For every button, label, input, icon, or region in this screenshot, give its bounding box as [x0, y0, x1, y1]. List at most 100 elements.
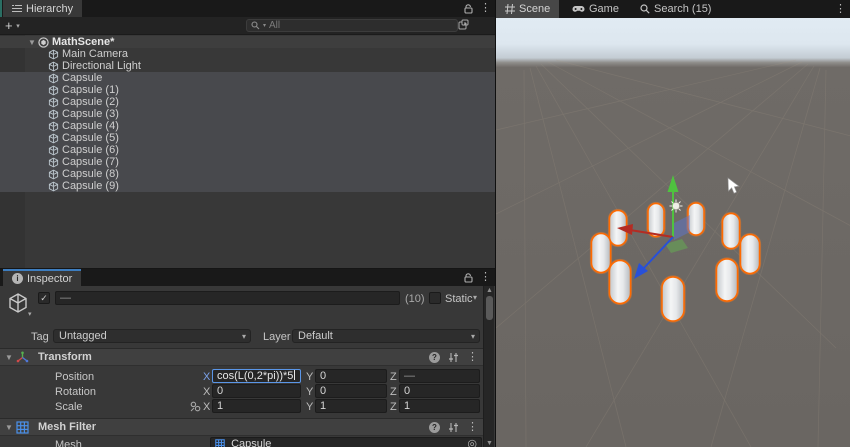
hierarchy-item[interactable]: Main Camera — [0, 48, 495, 60]
help-icon[interactable]: ? — [429, 352, 440, 363]
tab-scene-label: Scene — [519, 3, 550, 15]
tag-dropdown[interactable]: Untagged ▾ — [53, 329, 251, 343]
hierarchy-item[interactable]: Capsule (7) — [0, 156, 495, 168]
search-placeholder: All — [269, 20, 280, 31]
gameobject-header-icon[interactable] — [6, 291, 30, 315]
hierarchy-item[interactable]: Capsule (5) — [0, 132, 495, 144]
icon-dropdown-arrow[interactable]: ▾ — [28, 310, 32, 318]
scale-y-field[interactable]: 1 — [315, 399, 387, 413]
tab-hierarchy[interactable]: Hierarchy — [3, 0, 82, 17]
position-x-field[interactable]: cos(L(0,2*pi))*5 — [212, 369, 301, 383]
active-checkbox[interactable]: ✓ — [38, 292, 50, 304]
scale-x-field[interactable]: 1 — [212, 399, 301, 413]
capsule-mesh[interactable] — [723, 214, 740, 249]
capsule-mesh[interactable] — [741, 235, 760, 274]
position-x-axis-label[interactable]: X — [203, 371, 210, 383]
hierarchy-menu-icon[interactable]: ⋮ — [480, 2, 491, 15]
rotation-z-field[interactable]: 0 — [399, 384, 480, 398]
foldout-arrow-icon[interactable]: ▼ — [5, 353, 16, 362]
position-z-field[interactable]: — — [399, 369, 480, 383]
capsule-mesh[interactable] — [610, 261, 631, 304]
layer-dropdown[interactable]: Default ▾ — [292, 329, 480, 343]
gameobject-cube-icon — [47, 85, 60, 96]
scene-menu-icon[interactable]: ⋮ — [835, 3, 846, 16]
scrollbar-thumb[interactable] — [486, 296, 493, 320]
capsule-mesh[interactable] — [662, 277, 684, 321]
rotation-y-axis-label[interactable]: Y — [306, 386, 313, 398]
scale-label: Scale — [55, 401, 83, 413]
transform-header[interactable]: ▼ Transform ? ⋮ — [0, 348, 484, 366]
selection-count: (10) — [405, 293, 425, 305]
scene-viewport[interactable] — [496, 18, 850, 447]
popout-window-icon[interactable] — [458, 19, 469, 30]
capsule-mesh[interactable] — [592, 234, 611, 273]
tag-value: Untagged — [59, 330, 107, 342]
capsule-mesh[interactable] — [688, 203, 704, 235]
position-z-axis-label[interactable]: Z — [390, 371, 397, 383]
scale-y-axis-label[interactable]: Y — [306, 401, 313, 413]
hierarchy-item-scene[interactable]: ▼ MathScene* — [0, 36, 495, 48]
hierarchy-item[interactable]: Capsule (6) — [0, 144, 495, 156]
mesh-object-field[interactable]: Capsule ◎ — [210, 437, 482, 447]
hierarchy-search-input[interactable]: ▾ All — [246, 19, 458, 32]
gameobject-cube-icon — [47, 109, 60, 120]
gameobject-cube-icon — [47, 121, 60, 132]
rotation-z-axis-label[interactable]: Z — [390, 386, 397, 398]
foldout-arrow-icon[interactable]: ▼ — [5, 423, 16, 432]
tab-inspector-label: Inspector — [27, 273, 72, 285]
static-dropdown-icon[interactable]: ▾ — [473, 293, 477, 302]
link-scale-icon[interactable] — [190, 401, 201, 412]
rotation-y-field[interactable]: 0 — [315, 384, 387, 398]
rotation-x-field[interactable]: 0 — [212, 384, 301, 398]
scale-z-field[interactable]: 1 — [399, 399, 480, 413]
hierarchy-item[interactable]: Capsule (8) — [0, 168, 495, 180]
object-picker-icon[interactable]: ◎ — [467, 438, 477, 447]
rotation-x-axis-label[interactable]: X — [203, 386, 210, 398]
inspector-scrollbar[interactable]: ▲ ▼ — [483, 286, 494, 447]
search-icon — [640, 4, 650, 14]
capsule-mesh[interactable] — [648, 204, 664, 237]
mesh-filter-header[interactable]: ▼ Mesh Filter ? ⋮ — [0, 418, 484, 436]
lock-icon[interactable] — [464, 273, 473, 283]
capsule-mesh[interactable] — [717, 259, 738, 301]
scale-z-axis-label[interactable]: Z — [390, 401, 397, 413]
hierarchy-item[interactable]: Capsule (4) — [0, 120, 495, 132]
tab-game[interactable]: Game — [566, 0, 625, 18]
position-label: Position — [55, 371, 94, 383]
hierarchy-tabbar: Hierarchy ⋮ — [0, 0, 495, 17]
hierarchy-item-label: Capsule (4) — [62, 120, 119, 132]
component-menu-icon[interactable]: ⋮ — [467, 421, 478, 434]
tab-search-label: Search (15) — [654, 3, 711, 15]
scale-x-axis-label[interactable]: X — [203, 401, 210, 413]
inspector-content: ▾ ✓ — (10) Static ▾ Tag Untagged ▾ Layer… — [0, 286, 495, 447]
presets-icon[interactable] — [448, 352, 459, 363]
hierarchy-item[interactable]: Capsule (1) — [0, 84, 495, 96]
hierarchy-item[interactable]: Capsule — [0, 72, 495, 84]
tab-search[interactable]: Search (15) — [634, 0, 717, 18]
create-object-button[interactable]: + ▾ — [5, 18, 20, 33]
inspector-panel: i Inspector ⋮ ▾ ✓ — (10) Static ▾ T — [0, 268, 495, 447]
scene-tabbar: Scene Game Search (15) ⋮ — [496, 0, 850, 18]
mesh-value: Capsule — [231, 438, 271, 447]
hierarchy-item[interactable]: Capsule (3) — [0, 108, 495, 120]
position-y-axis-label[interactable]: Y — [306, 371, 313, 383]
static-checkbox[interactable] — [429, 292, 441, 304]
hierarchy-tree: ▼ MathScene* Main Camera Directional Lig… — [0, 35, 495, 268]
foldout-arrow-icon[interactable]: ▼ — [28, 38, 37, 47]
inspector-menu-icon[interactable]: ⋮ — [480, 271, 491, 284]
presets-icon[interactable] — [448, 422, 459, 433]
search-filter-dropdown-icon[interactable]: ▾ — [263, 22, 266, 29]
hierarchy-item[interactable]: Capsule (9) — [0, 180, 495, 192]
lock-icon[interactable] — [464, 4, 473, 14]
tab-inspector[interactable]: i Inspector — [3, 269, 81, 286]
scroll-down-icon[interactable]: ▼ — [484, 440, 495, 447]
hierarchy-item[interactable]: Capsule (2) — [0, 96, 495, 108]
hierarchy-item[interactable]: Directional Light — [0, 60, 495, 72]
tab-scene[interactable]: Scene — [496, 0, 559, 18]
component-menu-icon[interactable]: ⋮ — [467, 351, 478, 364]
scroll-up-icon[interactable]: ▲ — [484, 287, 495, 294]
scene-grid-icon — [505, 4, 515, 14]
position-y-field[interactable]: 0 — [315, 369, 387, 383]
help-icon[interactable]: ? — [429, 422, 440, 433]
name-field[interactable]: — — [55, 291, 400, 305]
